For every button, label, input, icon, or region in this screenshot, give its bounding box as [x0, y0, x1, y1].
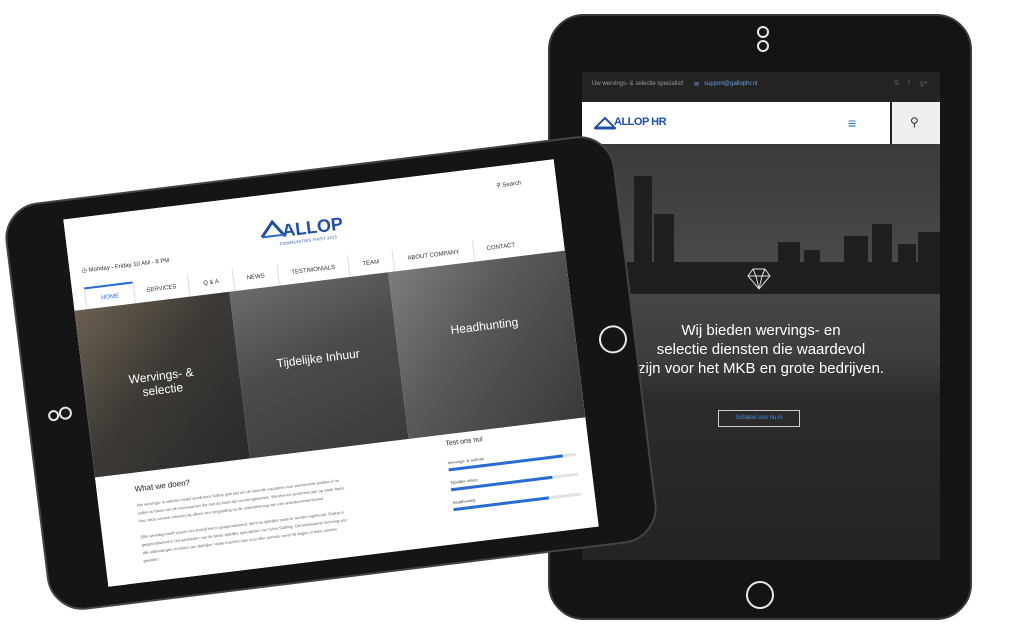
logo[interactable]: ALLOP HR — [614, 116, 667, 128]
tagline-text: Uw wervings- & selectie specialist! — [592, 81, 684, 87]
home-button[interactable] — [746, 581, 774, 609]
skype-icon[interactable]: S — [894, 80, 899, 87]
service-panel-inhuur[interactable]: Tijdelijke Inhuur — [229, 272, 409, 459]
tablet-landscape: ◷ Monday - Friday 10 AM - 8 PM ALLOP COM… — [1, 132, 661, 614]
panel-title: Tijdelijke Inhuur — [275, 346, 361, 371]
facebook-icon[interactable]: f — [908, 80, 910, 87]
google-plus-icon[interactable]: g+ — [920, 80, 928, 87]
search-link[interactable]: ⚲ Search — [496, 179, 522, 189]
tablet-screen: ◷ Monday - Friday 10 AM - 8 PM ALLOP COM… — [63, 159, 599, 587]
search-icon: ⚲ — [910, 115, 919, 129]
camera-icon — [757, 26, 769, 38]
section-heading: What we doen? — [134, 478, 191, 494]
test-heading: Test ons nu! — [445, 435, 484, 448]
progress-label: Tijdelijke inhuur — [449, 476, 479, 486]
opening-hours-text: Monday - Friday 10 AM - 8 PM — [88, 257, 170, 274]
cta-button[interactable]: Schakel ons nu in — [718, 410, 800, 427]
home-button[interactable] — [597, 323, 629, 355]
camera-icon — [58, 405, 73, 421]
search-button[interactable]: ⚲ — [892, 102, 940, 144]
mail-icon: ✉ — [694, 82, 700, 88]
camera-sensor-icon — [757, 40, 769, 52]
service-panel-headhunting[interactable]: Headhunting — [388, 250, 586, 440]
progress-label: Headhunting — [452, 497, 476, 506]
email-link[interactable]: support@gallophr.nl — [704, 81, 757, 87]
hamburger-menu-icon[interactable]: ≡ — [848, 115, 856, 131]
service-panel-werving[interactable]: Wervings- & selectie — [74, 291, 250, 478]
search-label: Search — [502, 180, 522, 189]
header-bar: ALLOP HR ≡ — [582, 102, 890, 144]
opening-hours: ◷ Monday - Friday 10 AM - 8 PM — [81, 257, 169, 275]
panel-title: Headhunting — [449, 314, 520, 338]
diamond-icon — [747, 268, 771, 290]
logo-mark-icon[interactable] — [594, 116, 616, 130]
top-bar: Uw wervings- & selectie specialist! ✉ su… — [582, 72, 940, 102]
